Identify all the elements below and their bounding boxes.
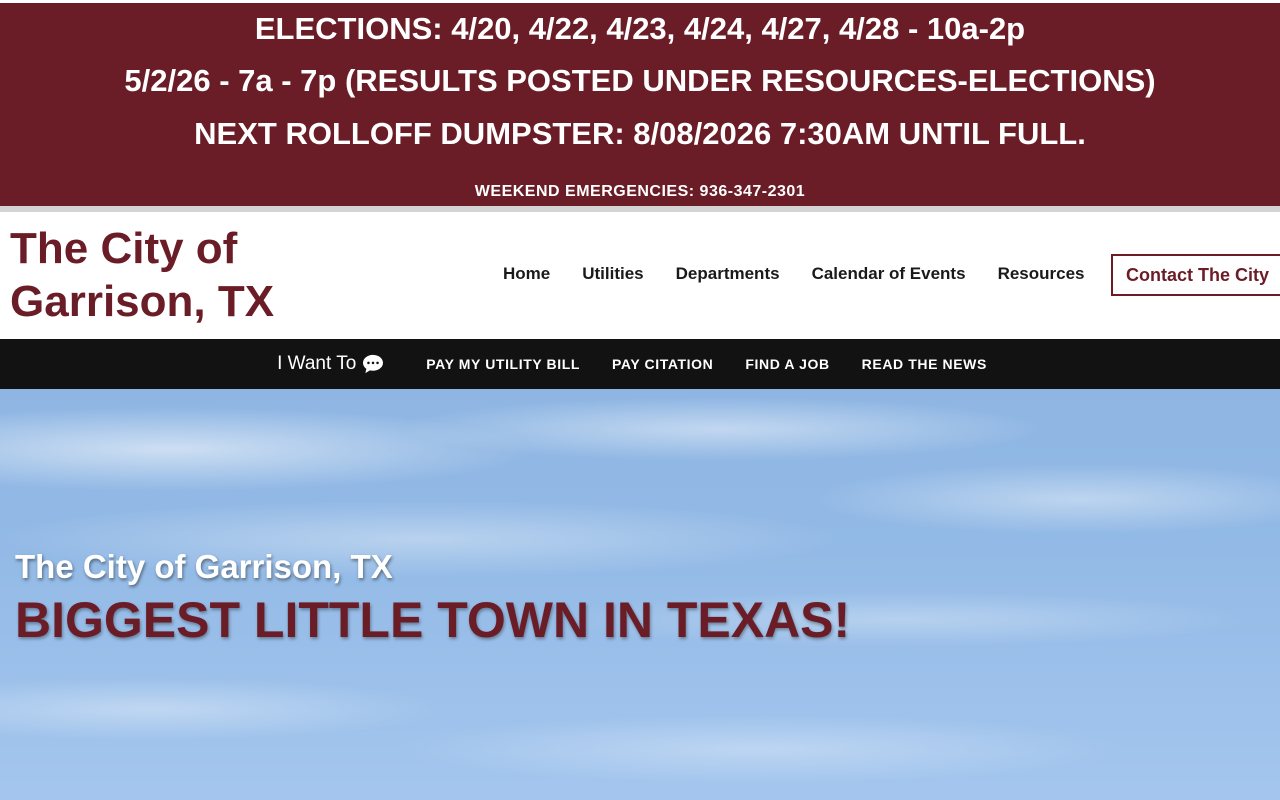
chat-bubble-icon [363,354,384,374]
site-title-line2: Garrison, TX [10,277,275,326]
main-nav: Home Utilities Departments Calendar of E… [487,264,1101,284]
quick-link-pay-citation[interactable]: PAY CITATION [612,356,713,372]
quick-link-find-a-job[interactable]: FIND A JOB [745,356,829,372]
contact-the-city-button[interactable]: Contact The City [1111,254,1280,296]
site-header: The City of Garrison, TX Home Utilities … [0,212,1280,339]
site-title-link[interactable]: The City of Garrison, TX [10,222,330,328]
alert-dumpster: NEXT ROLLOFF DUMPSTER: 8/08/2026 7:30AM … [194,116,1086,151]
nav-home[interactable]: Home [487,264,566,284]
quick-links-bar: I Want To PAY MY UTILITY BILL PAY CITATI… [0,339,1280,389]
hero-banner: The City of Garrison, TX BIGGEST LITTLE … [0,389,1280,800]
i-want-to[interactable]: I Want To [277,353,384,375]
alert-emergency-phone: WEEKEND EMERGENCIES: 936-347-2301 [474,183,806,200]
alert-election-day: 5/2/26 - 7a - 7p (RESULTS POSTED UNDER R… [124,63,1156,98]
hero-subtitle: The City of Garrison, TX [15,548,393,585]
quick-link-read-the-news[interactable]: READ THE NEWS [862,356,987,372]
hero-headline: BIGGEST LITTLE TOWN IN TEXAS! [15,592,851,648]
alert-elections-dates: ELECTIONS: 4/20, 4/22, 4/23, 4/24, 4/27,… [254,11,1026,46]
nav-calendar-of-events[interactable]: Calendar of Events [796,264,982,284]
site-title-line1: The City of [10,224,238,273]
nav-utilities[interactable]: Utilities [566,264,659,284]
alert-banner: ELECTIONS: 4/20, 4/22, 4/23, 4/24, 4/27,… [0,0,1280,206]
quick-link-pay-utility-bill[interactable]: PAY MY UTILITY BILL [426,356,580,372]
nav-departments[interactable]: Departments [660,264,796,284]
nav-resources[interactable]: Resources [982,264,1101,284]
i-want-to-label: I Want To [277,353,357,374]
